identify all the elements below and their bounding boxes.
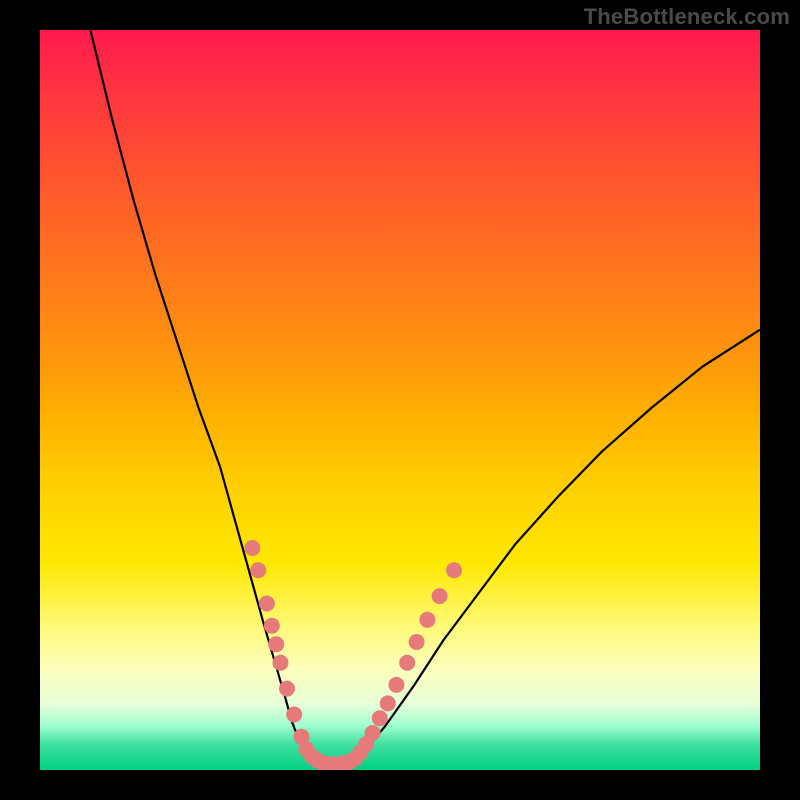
chart-canvas: TheBottleneck.com	[0, 0, 800, 800]
marker-dot	[372, 710, 388, 726]
marker-dot	[365, 725, 381, 741]
marker-dot	[279, 681, 295, 697]
marker-dot	[446, 562, 462, 578]
marker-dot	[409, 634, 425, 650]
marker-dot	[264, 618, 280, 634]
marker-dot	[286, 707, 302, 723]
watermark-text: TheBottleneck.com	[584, 4, 790, 30]
marker-dot	[244, 540, 260, 556]
plot-area	[40, 30, 760, 770]
marker-dots	[244, 540, 462, 770]
marker-dot	[259, 596, 275, 612]
chart-svg	[40, 30, 760, 770]
marker-dot	[432, 588, 448, 604]
marker-dot	[250, 562, 266, 578]
marker-dot	[388, 677, 404, 693]
marker-dot	[419, 612, 435, 628]
marker-dot	[273, 655, 289, 671]
marker-dot	[399, 655, 415, 671]
marker-dot	[268, 636, 284, 652]
marker-dot	[380, 695, 396, 711]
bottleneck-curve	[90, 30, 760, 766]
